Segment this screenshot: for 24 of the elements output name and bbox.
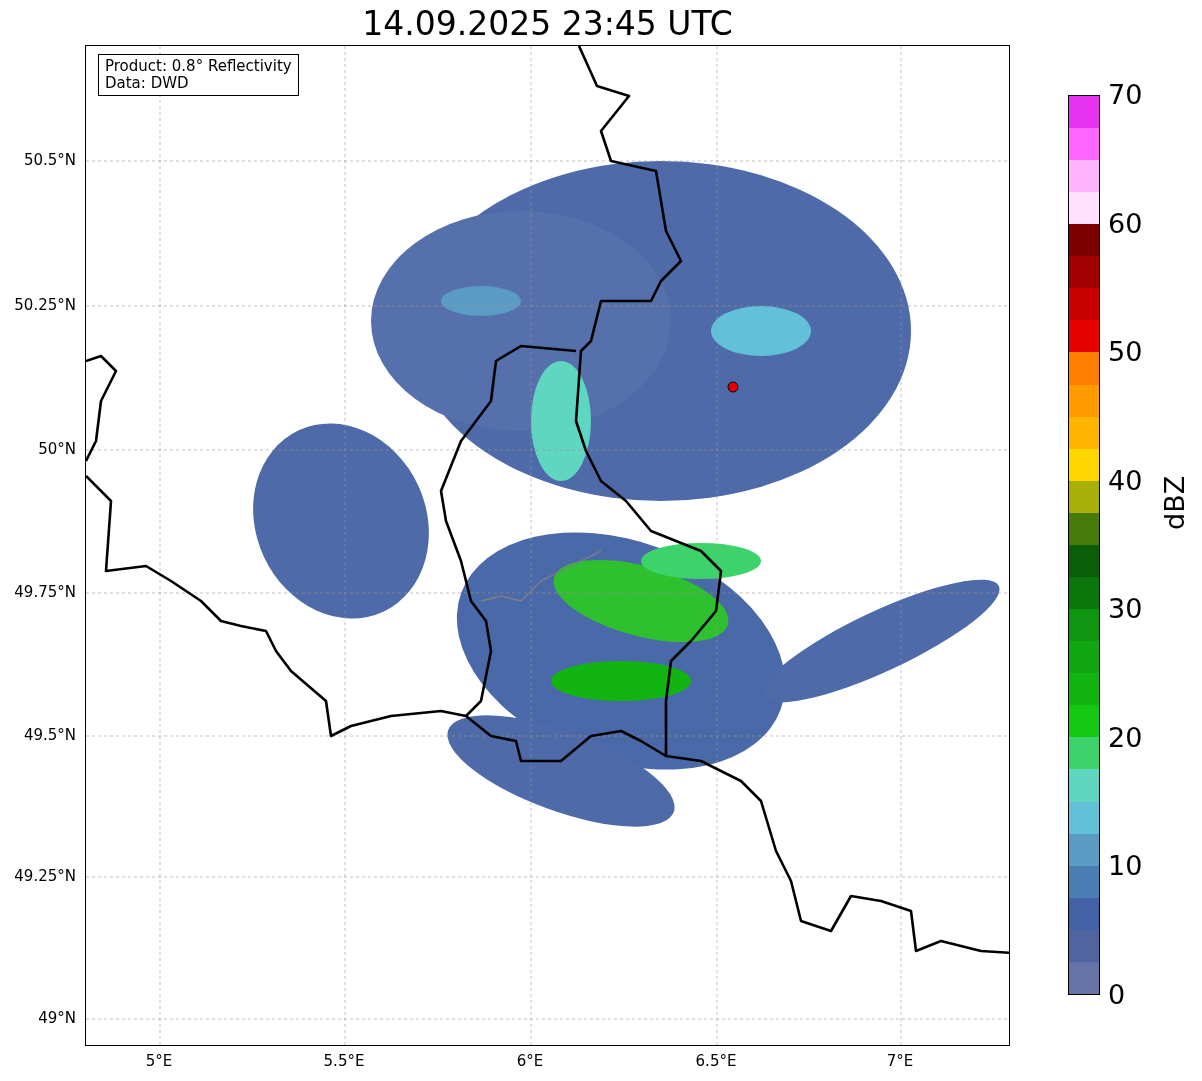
colorbar-tick-label: 30 bbox=[1108, 594, 1143, 625]
latitude-label: 49.25°N bbox=[14, 867, 76, 885]
info-text: Data: DWD bbox=[105, 75, 190, 92]
colorbar-tick-label: 50 bbox=[1108, 337, 1143, 368]
latitude-label: 49°N bbox=[38, 1009, 76, 1027]
longitude-label: 5°E bbox=[145, 1052, 173, 1070]
colorbar-label: dBZ bbox=[1160, 475, 1190, 530]
colorbar-tick-label: 70 bbox=[1108, 80, 1143, 110]
latitude-label: 50.5°N bbox=[23, 151, 76, 169]
colorbar-tick-label: 20 bbox=[1108, 722, 1143, 753]
colorbar-tick-label: 40 bbox=[1108, 465, 1143, 496]
latitude-label: 50.25°N bbox=[14, 296, 76, 314]
latitude-label: 50°N bbox=[38, 440, 76, 458]
longitude-label: 5.5°E bbox=[323, 1052, 365, 1070]
longitude-label: 6°E bbox=[516, 1052, 544, 1070]
info-text: Product: 0.8° Reflectivity bbox=[105, 58, 292, 75]
colorbar-tick-label: 10 bbox=[1108, 851, 1143, 882]
colorbar-tick-label: 0 bbox=[1108, 980, 1126, 1010]
latitude-label: 49.75°N bbox=[14, 583, 76, 601]
longitude-label: 7°E bbox=[886, 1052, 914, 1070]
longitude-label: 6.5°E bbox=[695, 1052, 737, 1070]
colorbar-tick-label: 60 bbox=[1108, 208, 1143, 239]
latitude-label: 49.5°N bbox=[23, 726, 76, 744]
map-title: 14.09.2025 23:45 UTC bbox=[361, 4, 734, 44]
